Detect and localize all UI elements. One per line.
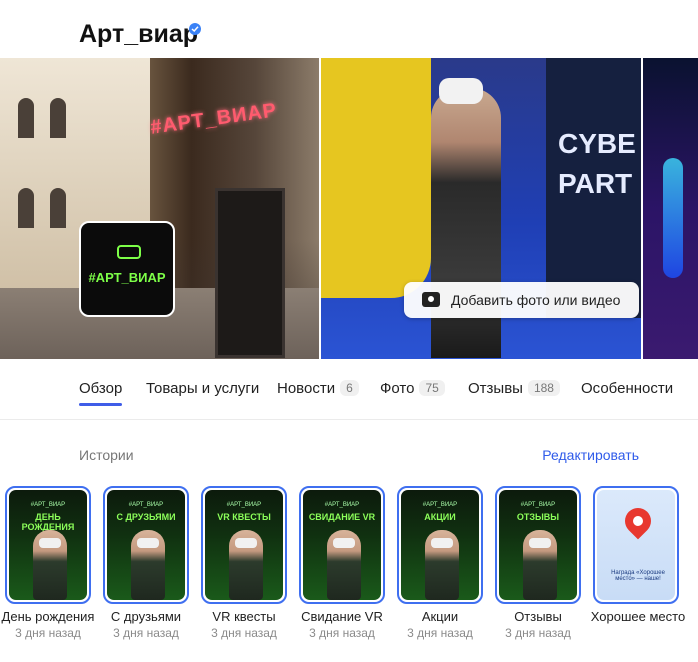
- story-time: 3 дня назад: [15, 626, 81, 640]
- story-name: Акции: [421, 609, 459, 624]
- story-card-good-place[interactable]: Награда «Хорошее место» — наше!: [593, 486, 679, 604]
- story-caption: АКЦИИ: [424, 512, 456, 522]
- tab-count-badge: 75: [419, 380, 445, 396]
- story-card[interactable]: #АРТ_ВИАР ДЕНЬ РОЖДЕНИЯ: [5, 486, 91, 604]
- tab-overview[interactable]: Обзор: [79, 380, 122, 397]
- story-brand: #АРТ_ВИАР: [422, 502, 458, 508]
- story-time: 3 дня назад: [505, 626, 571, 640]
- story-brand: #АРТ_ВИАР: [324, 502, 360, 508]
- story-figure: [229, 530, 263, 600]
- tab-count-badge: 188: [527, 380, 560, 396]
- page-header: Арт_виар: [0, 0, 698, 58]
- neon-sign: #АРТ_ВИАР: [149, 99, 279, 139]
- story-caption: ОТЗЫВЫ: [516, 512, 560, 522]
- story-figure: [327, 530, 361, 600]
- story-cover: #АРТ_ВИАР ДЕНЬ РОЖДЕНИЯ: [9, 490, 87, 600]
- story-card[interactable]: #АРТ_ВИАР VR КВЕСТЫ: [201, 486, 287, 604]
- story-card[interactable]: #АРТ_ВИАР ОТЗЫВЫ: [495, 486, 581, 604]
- org-logo: #АРТ_ВИАР: [79, 221, 175, 317]
- tab-label: Товары и услуги: [146, 380, 260, 397]
- verified-check-icon: [189, 23, 201, 35]
- vr-headset-icon: [117, 245, 141, 259]
- story-name: Отзывы: [514, 609, 562, 624]
- story-time: 3 дня назад: [211, 626, 277, 640]
- map-pin-icon: [619, 502, 657, 540]
- facade-window: [18, 188, 34, 228]
- facade-window: [18, 98, 34, 138]
- org-title: Арт_виар: [79, 20, 199, 48]
- story-name: Хорошее место: [590, 609, 686, 624]
- add-media-label: Добавить фото или видео: [451, 292, 621, 308]
- story-name: С друзьями: [110, 609, 182, 624]
- story-cover: #АРТ_ВИАР С ДРУЗЬЯМИ: [107, 490, 185, 600]
- tab-label: Отзывы: [468, 380, 523, 397]
- yellow-prop: [321, 58, 431, 298]
- award-text: Награда «Хорошее место» — наше!: [611, 570, 665, 582]
- story-time: 3 дня назад: [309, 626, 375, 640]
- story-brand: #АРТ_ВИАР: [226, 502, 262, 508]
- cyber-party-poster: CYBE PART: [546, 58, 641, 318]
- tab-label: Обзор: [79, 380, 123, 397]
- story-cover: #АРТ_ВИАР АКЦИИ: [401, 490, 479, 600]
- tab-news[interactable]: Новости 6: [277, 380, 359, 397]
- story-brand: #АРТ_ВИАР: [128, 502, 164, 508]
- neon-glow: [663, 158, 683, 278]
- story-figure: [33, 530, 67, 600]
- story-figure: [131, 530, 165, 600]
- facade-window: [50, 98, 66, 138]
- story-name: Свидание VR: [301, 609, 383, 624]
- facade-window: [50, 188, 66, 228]
- story-cover: #АРТ_ВИАР ОТЗЫВЫ: [499, 490, 577, 600]
- tab-goods-services[interactable]: Товары и услуги: [146, 380, 259, 397]
- photo-gallery[interactable]: #АРТ_ВИАР CYBE PART #АРТ_ВИАР Добавить ф…: [0, 58, 698, 359]
- story-cover: #АРТ_ВИАР VR КВЕСТЫ: [205, 490, 283, 600]
- tab-reviews[interactable]: Отзывы 188: [468, 380, 560, 397]
- story-caption: С ДРУЗЬЯМИ: [116, 512, 176, 522]
- story-figure: [523, 530, 557, 600]
- entrance-door: [215, 188, 285, 358]
- story-time: 3 дня назад: [113, 626, 179, 640]
- tab-label: Новости: [277, 380, 336, 397]
- active-tab-indicator: [79, 403, 122, 406]
- story-caption: ДЕНЬ РОЖДЕНИЯ: [21, 512, 75, 532]
- edit-stories-link[interactable]: Редактировать: [542, 447, 639, 463]
- story-cover: #АРТ_ВИАР СВИДАНИЕ VR: [303, 490, 381, 600]
- logo-text: #АРТ_ВИАР: [88, 270, 166, 285]
- story-name: VR квесты: [212, 609, 276, 624]
- tab-features[interactable]: Особенности: [581, 380, 673, 397]
- add-photo-video-button[interactable]: Добавить фото или видео: [404, 282, 639, 318]
- story-name: День рождения: [1, 609, 95, 624]
- gallery-photo-neon[interactable]: [643, 58, 698, 359]
- story-card[interactable]: #АРТ_ВИАР С ДРУЗЬЯМИ: [103, 486, 189, 604]
- tab-count-badge: 6: [340, 380, 359, 396]
- tab-label: Фото: [380, 380, 415, 397]
- poster-line: PART: [558, 168, 633, 199]
- story-cover: Награда «Хорошее место» — наше!: [597, 490, 675, 600]
- story-brand: #АРТ_ВИАР: [30, 502, 66, 508]
- stories-heading: Истории: [79, 447, 134, 463]
- story-card[interactable]: #АРТ_ВИАР СВИДАНИЕ VR: [299, 486, 385, 604]
- story-time: 3 дня назад: [407, 626, 473, 640]
- story-caption: VR КВЕСТЫ: [217, 512, 271, 522]
- story-caption: СВИДАНИЕ VR: [308, 512, 376, 522]
- tab-photos[interactable]: Фото 75: [380, 380, 445, 397]
- section-tabs: Обзор Товары и услуги Новости 6 Фото 75 От…: [0, 370, 698, 420]
- story-brand: #АРТ_ВИАР: [520, 502, 556, 508]
- story-figure: [425, 530, 459, 600]
- camera-icon: [422, 292, 440, 307]
- story-card[interactable]: #АРТ_ВИАР АКЦИИ: [397, 486, 483, 604]
- poster-line: CYBE: [558, 128, 636, 159]
- tab-label: Особенности: [581, 380, 674, 397]
- vr-headset: [439, 78, 483, 104]
